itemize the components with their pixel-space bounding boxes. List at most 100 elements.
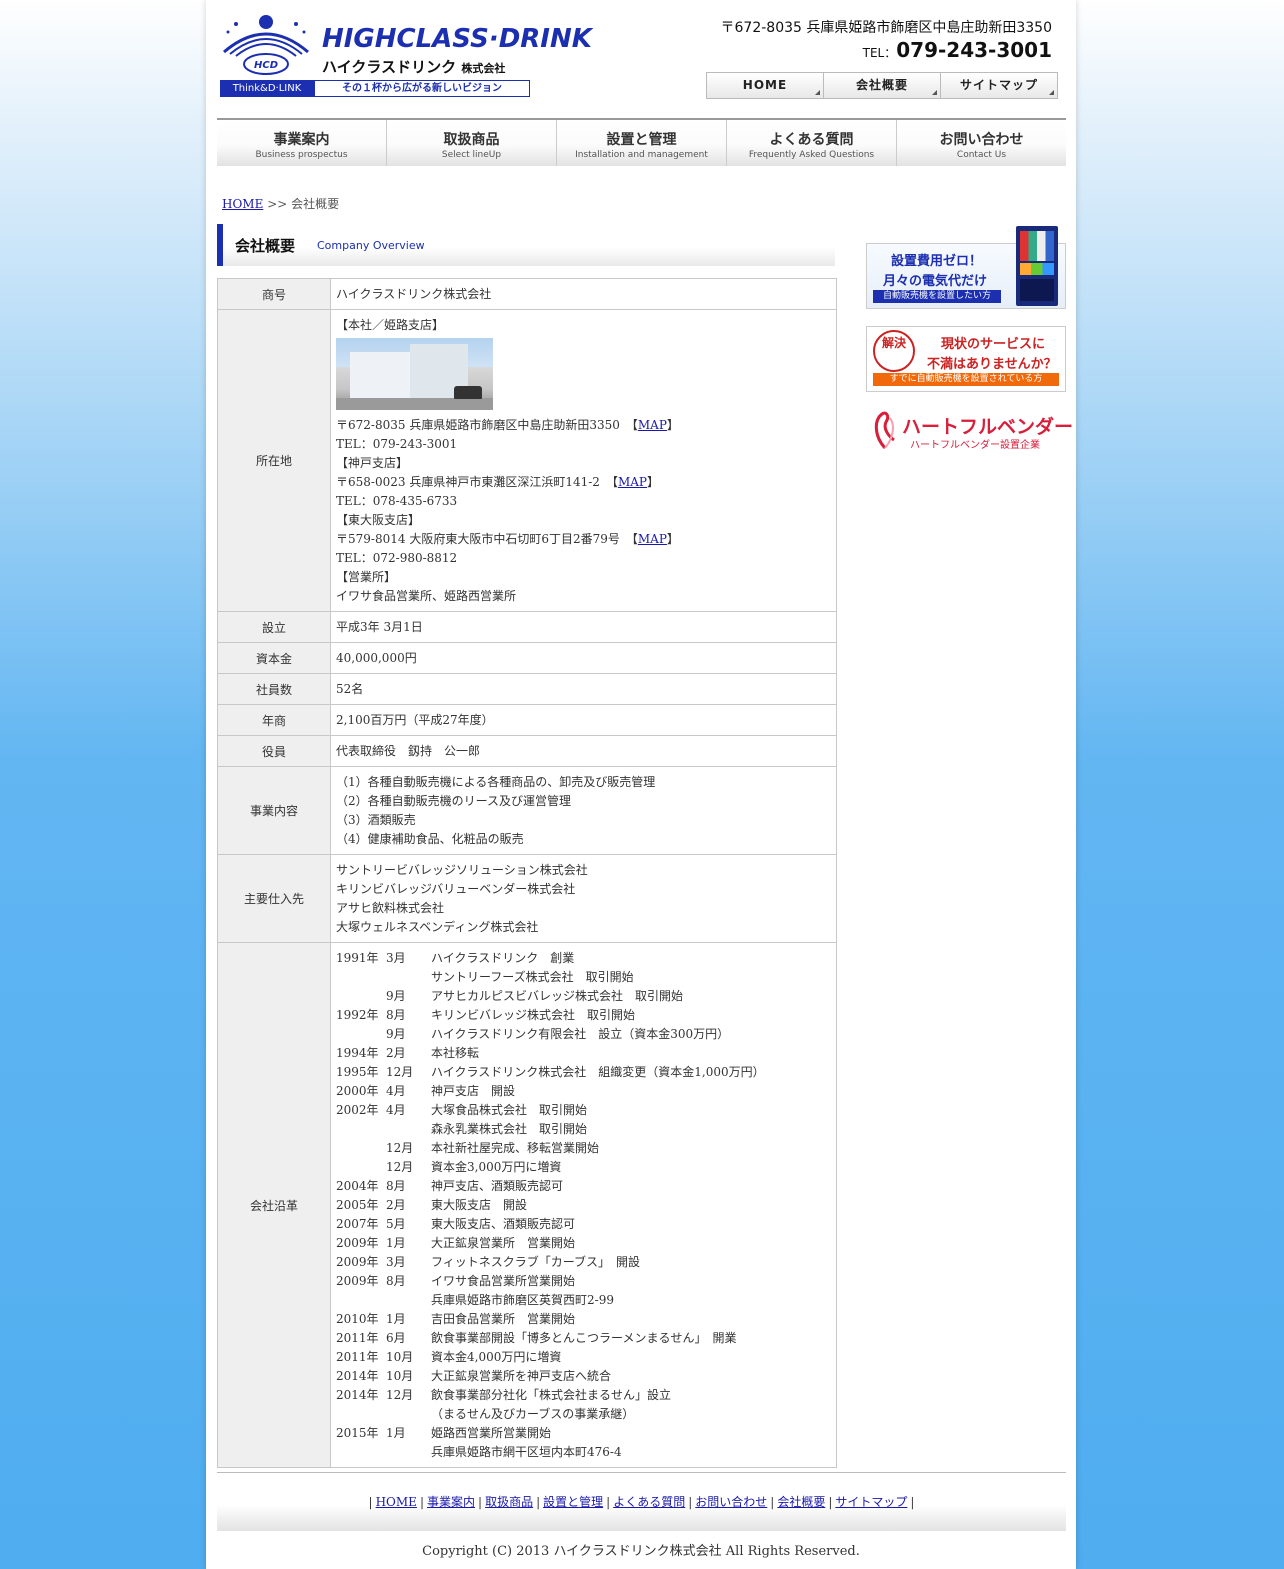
gnav-products[interactable]: 取扱商品 Select lineUp <box>387 120 557 166</box>
table-row-officers: 役員 代表取締役 釼持 公一郎 <box>217 735 837 767</box>
gnav-contact[interactable]: お問い合わせ Contact Us <box>897 120 1066 166</box>
head-office-photo <box>336 338 493 410</box>
page-title-en: Company Overview <box>317 239 425 252</box>
history-year: 1991年 <box>336 951 379 965</box>
head-office-heading: 【本社／姫路支店】 <box>336 318 445 332</box>
breadcrumb-home-link[interactable]: HOME <box>222 197 263 211</box>
logo-name-jp-main: ハイクラスドリンク <box>322 58 457 76</box>
head-office-map-link[interactable]: MAP <box>638 418 667 432</box>
history-month: 1月 <box>386 1312 406 1326</box>
history-event: 吉田食品営業所 営業開始 <box>431 1312 576 1326</box>
history-year <box>336 968 386 987</box>
history-year <box>336 987 386 1006</box>
row-value: 40,000,000円 <box>330 642 837 674</box>
row-label: 商号 <box>217 278 331 310</box>
history-year: 2004年 <box>336 1179 379 1193</box>
history-event: 兵庫県姫路市網干区垣内本町476-4 <box>431 1445 622 1459</box>
row-value: 52名 <box>330 673 837 705</box>
gnav-label-en: Business prospectus <box>255 150 348 160</box>
history-month: 1月 <box>386 1426 406 1440</box>
history-row: 2009年 1月 大正鉱泉営業所 営業開始 <box>336 1234 831 1253</box>
history-year: 2009年 <box>336 1236 379 1250</box>
row-value: 代表取締役 釼持 公一郎 <box>330 735 837 767</box>
banner-install-vending[interactable]: 設置費用ゼロ！ 月々の電気代だけ 自動販売機を設置したい方 <box>866 226 1066 309</box>
history-year: 2007年 <box>336 1217 379 1231</box>
row-label: 会社沿革 <box>217 942 331 1468</box>
row-label: 所在地 <box>217 309 331 612</box>
history-event: 本社移転 <box>431 1046 480 1060</box>
banner-title: 設置費用ゼロ！ <box>891 254 983 269</box>
history-event: 本社新社屋完成、移転営業開始 <box>431 1141 600 1155</box>
history-event: アサヒカルピスビバレッジ株式会社 取引開始 <box>431 989 684 1003</box>
breadcrumb-current: 会社概要 <box>291 197 340 211</box>
banner-subtitle: 月々の電気代だけ <box>883 274 988 289</box>
table-row-suppliers: 主要仕入先 サントリービバレッジソリューション株式会社 キリンビバレッジバリュー… <box>217 854 837 943</box>
row-label: 設立 <box>217 611 331 643</box>
table-row-sales: 年商 2,100百万円（平成27年度） <box>217 704 837 736</box>
solve-seal-icon: 解決 <box>873 330 915 372</box>
history-event: 神戸支店 開設 <box>431 1084 516 1098</box>
top-nav-label: サイトマップ <box>959 78 1038 92</box>
footer-link-sitemap[interactable]: サイトマップ <box>835 1495 907 1509</box>
history-year: 2014年 <box>336 1388 379 1402</box>
gnav-label-en: Select lineUp <box>441 150 502 160</box>
header-tel: TEL：079-243-3001 <box>863 38 1052 62</box>
history-row: 1991年 3月 ハイクラスドリンク 創業 <box>336 949 831 968</box>
footer-link-contact[interactable]: お問い合わせ <box>695 1495 767 1509</box>
top-nav-home[interactable]: HOME <box>707 73 824 98</box>
row-value: ハイクラスドリンク株式会社 <box>330 278 837 310</box>
top-nav-label: HOME <box>742 78 788 92</box>
kobe-map-link[interactable]: MAP <box>618 475 647 489</box>
top-nav-sitemap[interactable]: サイトマップ <box>941 73 1057 98</box>
history-row: 兵庫県姫路市飾磨区英賀西町2-99 <box>336 1291 831 1310</box>
row-value: 2,100百万円（平成27年度） <box>330 704 837 736</box>
row-label: 年商 <box>217 704 331 736</box>
global-nav: 事業案内 Business prospectus 取扱商品 Select lineU… <box>217 118 1066 166</box>
breadcrumb-separator: >> <box>267 197 288 211</box>
logo-think-label: Think&D·LINK <box>220 80 314 97</box>
history-row: 9月 アサヒカルピスビバレッジ株式会社 取引開始 <box>336 987 831 1006</box>
history-month: 8月 <box>386 1008 406 1022</box>
list-item: サントリービバレッジソリューション株式会社 <box>336 863 588 877</box>
footer-separator: | <box>606 1495 611 1509</box>
vm-product-row <box>1020 263 1054 275</box>
history-event: 大正鉱泉営業所を神戸支店へ統合 <box>431 1369 612 1383</box>
footer-link-business[interactable]: 事業案内 <box>427 1495 475 1509</box>
higashiosaka-heading: 【東大阪支店】 <box>336 513 421 527</box>
row-label: 社員数 <box>217 673 331 705</box>
gnav-faq[interactable]: よくある質問 Frequently Asked Questions <box>727 120 897 166</box>
footer-link-installation[interactable]: 設置と管理 <box>543 1495 603 1509</box>
banner-solve-dissatisfaction[interactable]: 解決 現状のサービスに 不満はありませんか？ すでに自動販売機を設置されている方 <box>866 326 1066 392</box>
gnav-label-en: Installation and management <box>575 150 708 160</box>
kobe-address: 〒658-0023 兵庫県神戸市東灘区深江浜町141-2 <box>336 475 600 489</box>
table-row-history: 会社沿革 1991年 3月 ハイクラスドリンク 創業 サントリーフーズ株式会社 取引開… <box>217 942 837 1468</box>
history-year: 1995年 <box>336 1065 379 1079</box>
row-label: 資本金 <box>217 642 331 674</box>
history-row: （まるせん及びカーブスの事業承継） <box>336 1405 831 1424</box>
history-year: 1994年 <box>336 1046 379 1060</box>
company-info-table: 商号 ハイクラスドリンク株式会社 所在地 【本社／姫路支店】 〒672-8035… <box>217 278 837 1468</box>
history-month: 12月 <box>386 1160 414 1174</box>
footer-separator: | <box>478 1495 483 1509</box>
footer-link-products[interactable]: 取扱商品 <box>485 1495 533 1509</box>
gnav-installation[interactable]: 設置と管理 Installation and management <box>557 120 727 166</box>
history-event: イワサ食品営業所営業開始 <box>431 1274 576 1288</box>
higashiosaka-map-link[interactable]: MAP <box>638 532 667 546</box>
history-year <box>336 1405 386 1424</box>
banner-heartful-vendor[interactable]: ハートフルベンダー ハートフルベンダー設置企業 <box>866 404 1073 454</box>
history-year: 2010年 <box>336 1312 379 1326</box>
footer-link-home[interactable]: HOME <box>376 1495 417 1509</box>
history-month <box>386 1405 431 1424</box>
gnav-business[interactable]: 事業案内 Business prospectus <box>217 120 387 166</box>
row-value: 平成3年 3月1日 <box>330 611 837 643</box>
logo-slogan: その１杯から広がる新しいビジョン <box>314 80 530 97</box>
sales-offices: イワサ食品営業所、姫路西営業所 <box>336 589 517 603</box>
footer-link-faq[interactable]: よくある質問 <box>613 1495 685 1509</box>
site-logo[interactable]: HCD HIGHCLASS·DRINK ハイクラスドリンク 株式会社 Think… <box>220 12 592 100</box>
top-nav-company[interactable]: 会社概要 <box>824 73 941 98</box>
history-month: 12月 <box>386 1141 414 1155</box>
footer-link-company[interactable]: 会社概要 <box>777 1495 825 1509</box>
footer-separator: | <box>828 1495 833 1509</box>
history-year: 2015年 <box>336 1426 379 1440</box>
row-value: （1）各種自動販売機による各種商品の、卸売及び販売管理 （2）各種自動販売機のリ… <box>330 766 837 855</box>
